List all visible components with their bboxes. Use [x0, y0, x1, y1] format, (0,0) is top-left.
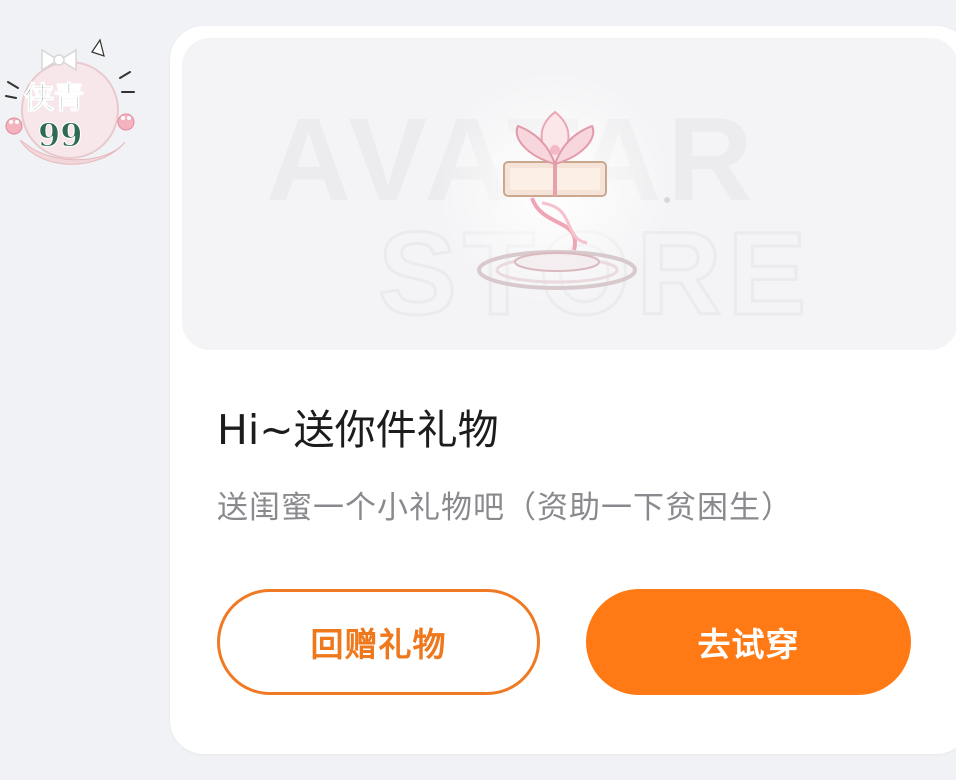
gift-subtitle: 送闺蜜一个小礼物吧（资助一下贫困生）	[217, 490, 793, 526]
avatar-text-line2: 99	[38, 116, 83, 154]
gift-title: Hi~送你件礼物	[217, 406, 499, 454]
avatar-image: 侠青 99	[5, 38, 135, 165]
try-on-button[interactable]: 去试穿	[586, 589, 911, 695]
user-avatar[interactable]: 侠青 99	[0, 22, 150, 182]
return-gift-button[interactable]: 回赠礼物	[217, 589, 540, 695]
gift-card: AVATAR STORE	[170, 26, 956, 754]
gift-banner: AVATAR STORE	[182, 38, 956, 350]
avatar-text-line1: 侠青	[24, 81, 84, 116]
